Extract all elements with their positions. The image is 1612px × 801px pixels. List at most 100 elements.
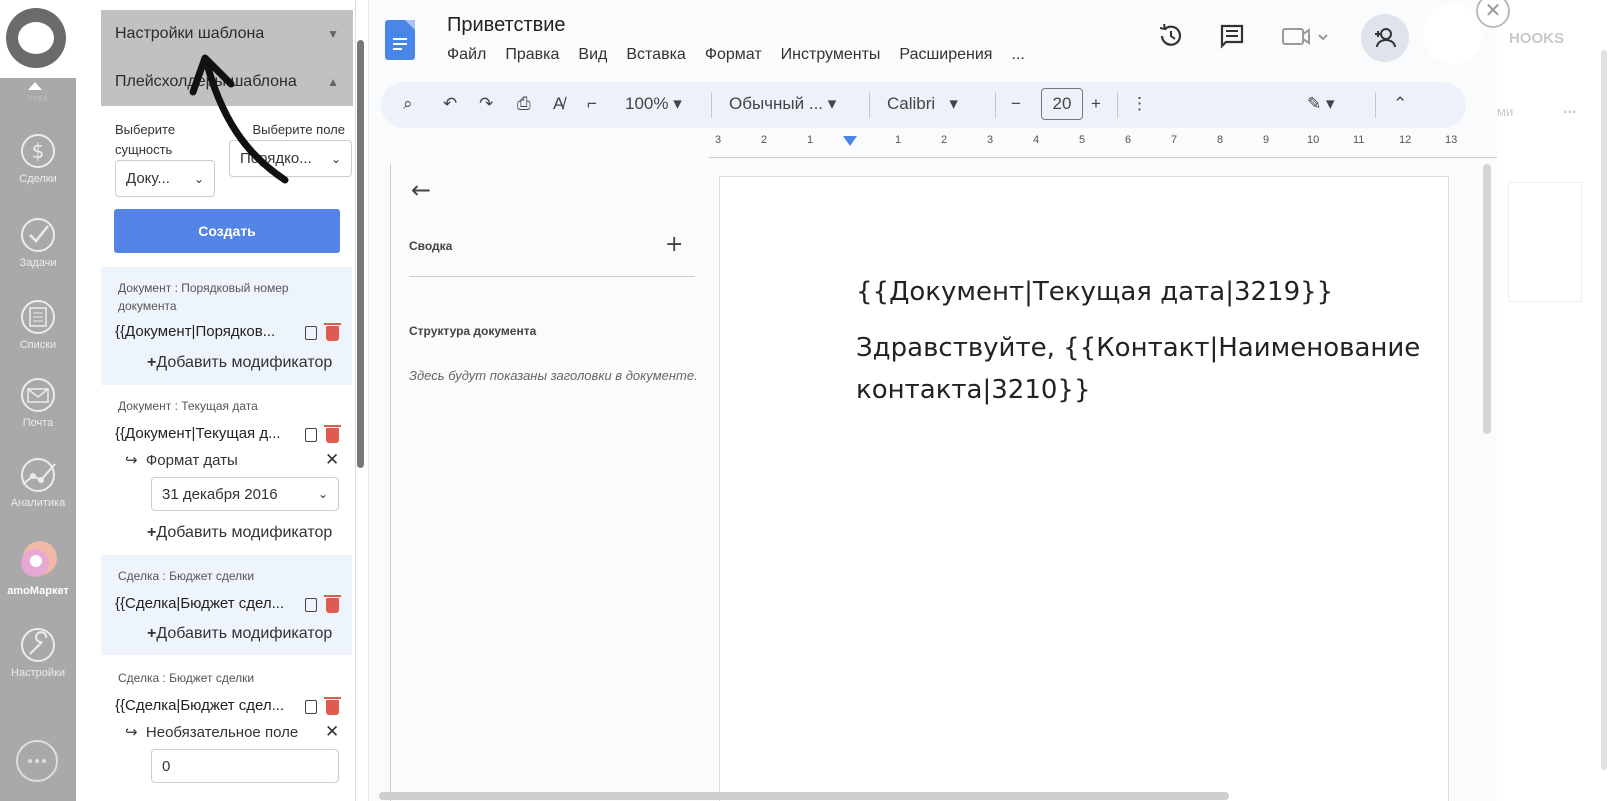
menu-item-view[interactable]: Вид <box>578 46 607 64</box>
ruler-tick: 9 <box>1263 134 1270 146</box>
panel-scroll-thumb[interactable] <box>357 40 364 468</box>
analytics-icon <box>21 458 56 492</box>
menu-item-format[interactable]: Формат <box>705 46 762 64</box>
add-modifier-button[interactable]: +Добавить модификатор <box>147 625 332 643</box>
font-select[interactable]: Calibri ▾ <box>887 94 958 114</box>
edit-mode-icon[interactable]: ✎ ▾ <box>1307 94 1335 114</box>
placeholder-card: Сделка : Бюджет сделки {{Сделка|Бюджет с… <box>101 657 352 801</box>
date-format-select[interactable]: 31 декабря 2016 ⌄ <box>151 477 339 511</box>
menu-item-tools[interactable]: Инструменты <box>781 46 881 64</box>
ruler-tick: 3 <box>987 134 994 146</box>
check-icon <box>21 218 55 252</box>
page-scroll-thumb[interactable] <box>1601 50 1607 770</box>
modifier-label: Необязательное поле <box>145 724 299 741</box>
sidebar-item-settings[interactable]: Настройки <box>0 626 76 679</box>
menu-item-file[interactable]: Файл <box>447 46 486 64</box>
page-scrollbar[interactable] <box>1600 50 1608 790</box>
placeholder-card: Документ : Текущая дата {{Документ|Текущ… <box>101 385 352 555</box>
docs-logo-icon[interactable] <box>385 20 415 60</box>
sidebar-item-label: Списки <box>19 339 57 351</box>
ruler-tick: 2 <box>761 134 768 146</box>
paint-format-icon[interactable]: ⌐ <box>587 94 597 114</box>
meet-icon[interactable] <box>1281 22 1331 50</box>
copy-icon[interactable] <box>305 428 317 442</box>
document-page[interactable]: {{Документ|Текущая дата|3219}} Здравству… <box>719 176 1449 801</box>
placeholder-code: {{Документ|Текущая д... <box>115 425 281 442</box>
collapse-toolbar-icon[interactable]: ⌃ <box>1393 94 1407 114</box>
redo-icon[interactable]: ↷ <box>479 94 493 114</box>
comment-icon[interactable] <box>1218 22 1246 50</box>
modifier-arrow-icon: ↪ <box>125 724 146 741</box>
copy-icon[interactable] <box>305 326 317 340</box>
sidebar-item-analytics[interactable]: Аналитика <box>0 456 76 509</box>
share-button[interactable] <box>1361 14 1409 62</box>
trash-icon[interactable] <box>324 425 341 443</box>
collapse-down-icon: ▼ <box>327 27 339 41</box>
style-select[interactable]: Обычный ... ▾ <box>729 94 836 114</box>
undo-icon[interactable]: ↶ <box>443 94 457 114</box>
modifier-value-input[interactable]: 0 <box>151 749 339 783</box>
copy-icon[interactable] <box>305 700 317 714</box>
menu-item-edit[interactable]: Правка <box>505 46 559 64</box>
sidebar-item-tasks[interactable]: Задачи <box>0 216 76 269</box>
zoom-select[interactable]: 100% ▾ <box>625 94 682 114</box>
chat-icon[interactable] <box>16 740 58 782</box>
template-settings-title: Настройки шаблона <box>115 25 265 42</box>
copy-icon[interactable] <box>305 598 317 612</box>
modifier-row: ↪ Формат даты <box>125 451 238 469</box>
panel-scrollbar[interactable] <box>355 8 366 793</box>
font-size-input[interactable]: 20 <box>1041 88 1083 120</box>
spellcheck-icon[interactable]: A̸ <box>553 94 564 114</box>
print-icon[interactable]: ⎙ <box>517 94 531 114</box>
outline-hint: Здесь будут показаны заголовки в докумен… <box>409 368 698 383</box>
menu-item-insert[interactable]: Вставка <box>626 46 685 64</box>
add-modifier-button[interactable]: +Добавить модификатор <box>147 354 332 372</box>
more-options-icon[interactable]: ⋮ <box>1131 94 1148 114</box>
sidebar-item-market[interactable]: amoМаркет <box>0 538 76 597</box>
wrench-icon <box>21 628 55 662</box>
sidebar-item-lists[interactable]: Списки <box>0 298 76 351</box>
sidebar-item-mail[interactable]: Почта <box>0 376 76 429</box>
ruler-tick: 3 <box>715 134 722 146</box>
document-line[interactable]: Здравствуйте, {{Контакт|Наименование кон… <box>856 327 1436 411</box>
background-crm-area: HOOKS ми ... <box>1497 0 1612 801</box>
trash-icon[interactable] <box>324 697 341 715</box>
ruler-tick: 13 <box>1445 134 1458 146</box>
sidebar-item-label: Задачи <box>19 257 57 269</box>
avatar[interactable] <box>1423 4 1483 64</box>
collapse-up-icon[interactable] <box>28 82 42 90</box>
trash-icon[interactable] <box>324 323 341 341</box>
style-value: Обычный ... <box>729 94 824 113</box>
sidebar-item-deals[interactable]: $ Сделки <box>0 128 76 185</box>
add-modifier-button[interactable]: +Добавить модификатор <box>147 524 332 542</box>
outline-heading: Структура документа <box>409 324 537 338</box>
placeholder-code: {{Документ|Порядков... <box>115 323 276 340</box>
document-horizontal-scrollbar[interactable] <box>379 792 1229 800</box>
ruler-tick: 7 <box>1171 134 1178 146</box>
decrease-font-icon[interactable]: − <box>1011 94 1021 114</box>
search-icon[interactable]: ⌕ <box>403 94 413 114</box>
vertical-ruler <box>377 164 391 801</box>
document-scrollbar[interactable] <box>1483 164 1491 434</box>
increase-font-icon[interactable]: + <box>1091 94 1101 114</box>
back-arrow-icon[interactable]: ← <box>411 176 431 204</box>
document-title[interactable]: Приветствие <box>447 14 566 37</box>
history-icon[interactable] <box>1157 22 1185 50</box>
hooks-label: HOOKS <box>1509 30 1565 47</box>
trash-icon[interactable] <box>324 595 341 613</box>
remove-modifier-icon[interactable]: ✕ <box>325 450 339 470</box>
menu-item-extensions[interactable]: Расширения <box>899 46 992 64</box>
add-summary-icon[interactable]: + <box>665 232 683 257</box>
summary-heading: Сводка <box>409 239 453 253</box>
modifier-arrow-icon: ↪ <box>125 452 146 469</box>
list-icon <box>21 300 55 334</box>
menu-item-more[interactable]: ... <box>1011 46 1024 64</box>
indent-marker-icon[interactable] <box>843 136 857 148</box>
document-line[interactable]: {{Документ|Текущая дата|3219}} <box>856 271 1436 313</box>
placeholder-card-title: Сделка : Бюджет сделки <box>118 569 255 583</box>
sidebar-item-label: Аналитика <box>10 497 66 509</box>
ruler-tick: 1 <box>807 134 814 146</box>
amocrm-logo-icon[interactable] <box>6 8 66 68</box>
create-button[interactable]: Создать <box>114 209 340 253</box>
remove-modifier-icon[interactable]: ✕ <box>325 722 339 742</box>
